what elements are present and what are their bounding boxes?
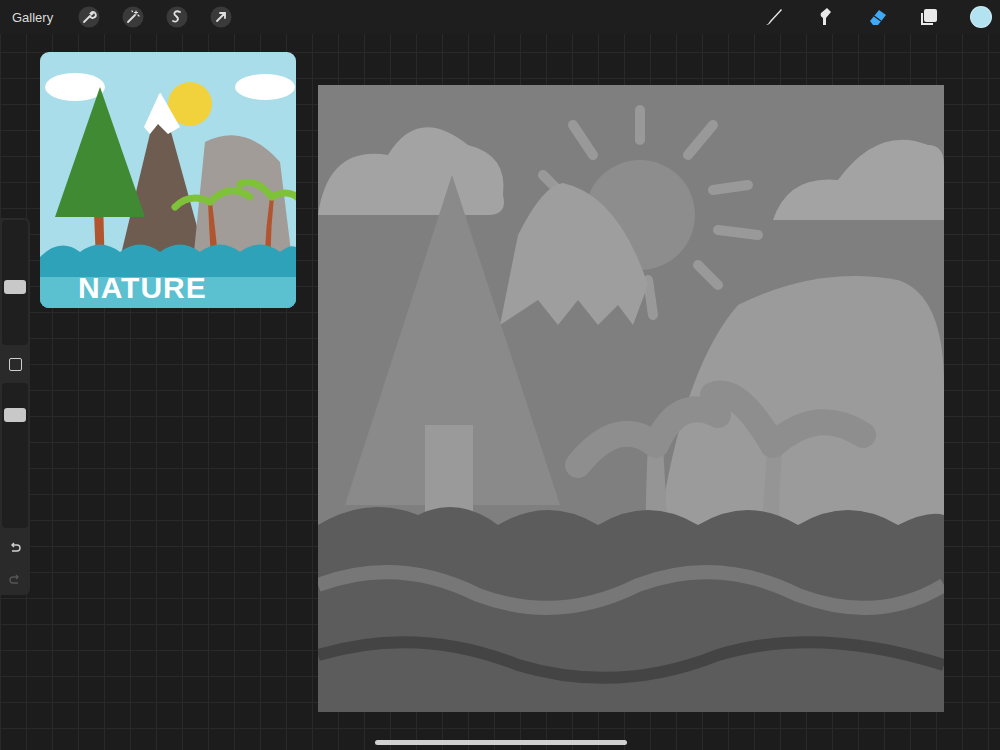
color-swatch[interactable] [970, 6, 992, 28]
sidebar [0, 218, 30, 595]
transform-icon [210, 6, 232, 28]
wrench-button[interactable] [77, 5, 101, 29]
layers-icon [918, 5, 942, 29]
wand-icon [122, 6, 144, 28]
size-thumb[interactable] [4, 280, 26, 294]
eraser-tool[interactable] [866, 5, 890, 29]
home-indicator [375, 740, 627, 745]
wrench-icon [78, 6, 100, 28]
brush-icon [762, 5, 786, 29]
brush-tool[interactable] [762, 5, 786, 29]
tools-group [762, 5, 992, 29]
opacity-slider[interactable] [2, 383, 28, 528]
redo-button[interactable] [2, 568, 28, 592]
top-toolbar: Gallery [0, 0, 1000, 34]
brush-size-slider[interactable] [2, 220, 28, 345]
redo-icon [8, 573, 22, 587]
drawing-canvas[interactable] [318, 85, 944, 712]
undo-icon [8, 541, 22, 555]
opacity-thumb[interactable] [4, 408, 26, 422]
canvas-artwork [318, 85, 944, 712]
wand-button[interactable] [121, 5, 145, 29]
smudge-tool[interactable] [814, 5, 838, 29]
selection-icon [166, 6, 188, 28]
undo-button[interactable] [2, 536, 28, 560]
transform-button[interactable] [209, 5, 233, 29]
modify-button[interactable] [2, 353, 28, 375]
gallery-button[interactable]: Gallery [12, 10, 53, 25]
procreate-screen: Gallery NATURE [0, 0, 1000, 750]
reference-window[interactable]: NATURE [40, 52, 296, 308]
reference-image: NATURE [40, 52, 296, 308]
layers-tool[interactable] [918, 5, 942, 29]
reference-caption: NATURE [78, 271, 207, 304]
actions-group: Gallery [12, 5, 233, 29]
selection-button[interactable] [165, 5, 189, 29]
smudge-icon [814, 5, 838, 29]
square-icon [9, 358, 22, 371]
eraser-icon [866, 5, 890, 29]
